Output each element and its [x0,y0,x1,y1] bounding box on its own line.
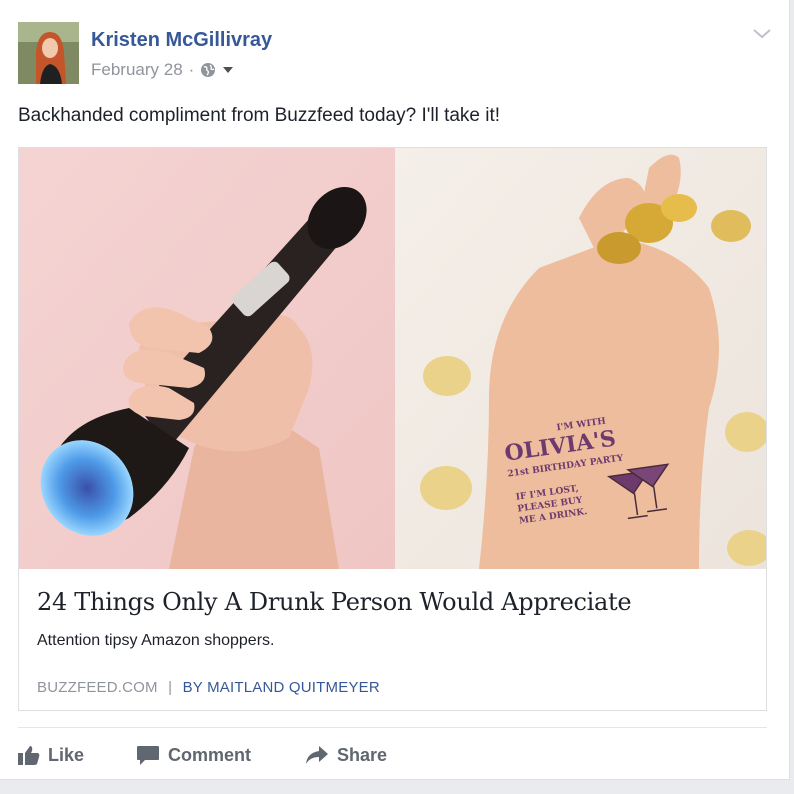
link-title[interactable]: 24 Things Only A Drunk Person Would Appr… [37,588,632,616]
post-date[interactable]: February 28 [91,60,183,80]
link-domain: BUZZFEED.COM [37,679,158,696]
source-divider: | [168,679,173,696]
link-image[interactable]: I'M WITH OLIVIA'S 21st BIRTHDAY PARTY IF… [19,148,766,569]
meta-separator: · [188,60,195,79]
like-label: Like [48,744,85,765]
like-button[interactable]: Like [18,735,84,775]
share-label: Share [337,744,388,765]
action-divider [18,727,767,728]
share-arrow-icon [306,746,328,764]
share-button[interactable]: Share [305,735,387,775]
thumbs-up-icon [18,746,40,765]
post-meta: February 28 · [91,60,234,80]
avatar[interactable] [18,22,79,84]
comment-button[interactable]: Comment [136,735,251,775]
globe-icon[interactable] [200,62,216,78]
comment-icon [137,746,159,765]
comment-label: Comment [168,744,252,765]
link-byline[interactable]: BY MAITLAND QUITMEYER [183,679,380,696]
post-text: Backhanded compliment from Buzzfeed toda… [18,105,501,126]
link-preview[interactable]: I'M WITH OLIVIA'S 21st BIRTHDAY PARTY IF… [18,147,767,711]
chevron-down-icon[interactable] [752,26,772,42]
post-card: Kristen McGillivray February 28 · Backha… [0,0,790,780]
link-description: Attention tipsy Amazon shoppers. [37,632,275,649]
audience-caret-icon[interactable] [222,66,234,74]
link-source: BUZZFEED.COM | BY MAITLAND QUITMEYER [37,679,380,696]
author-name[interactable]: Kristen McGillivray [91,29,272,52]
